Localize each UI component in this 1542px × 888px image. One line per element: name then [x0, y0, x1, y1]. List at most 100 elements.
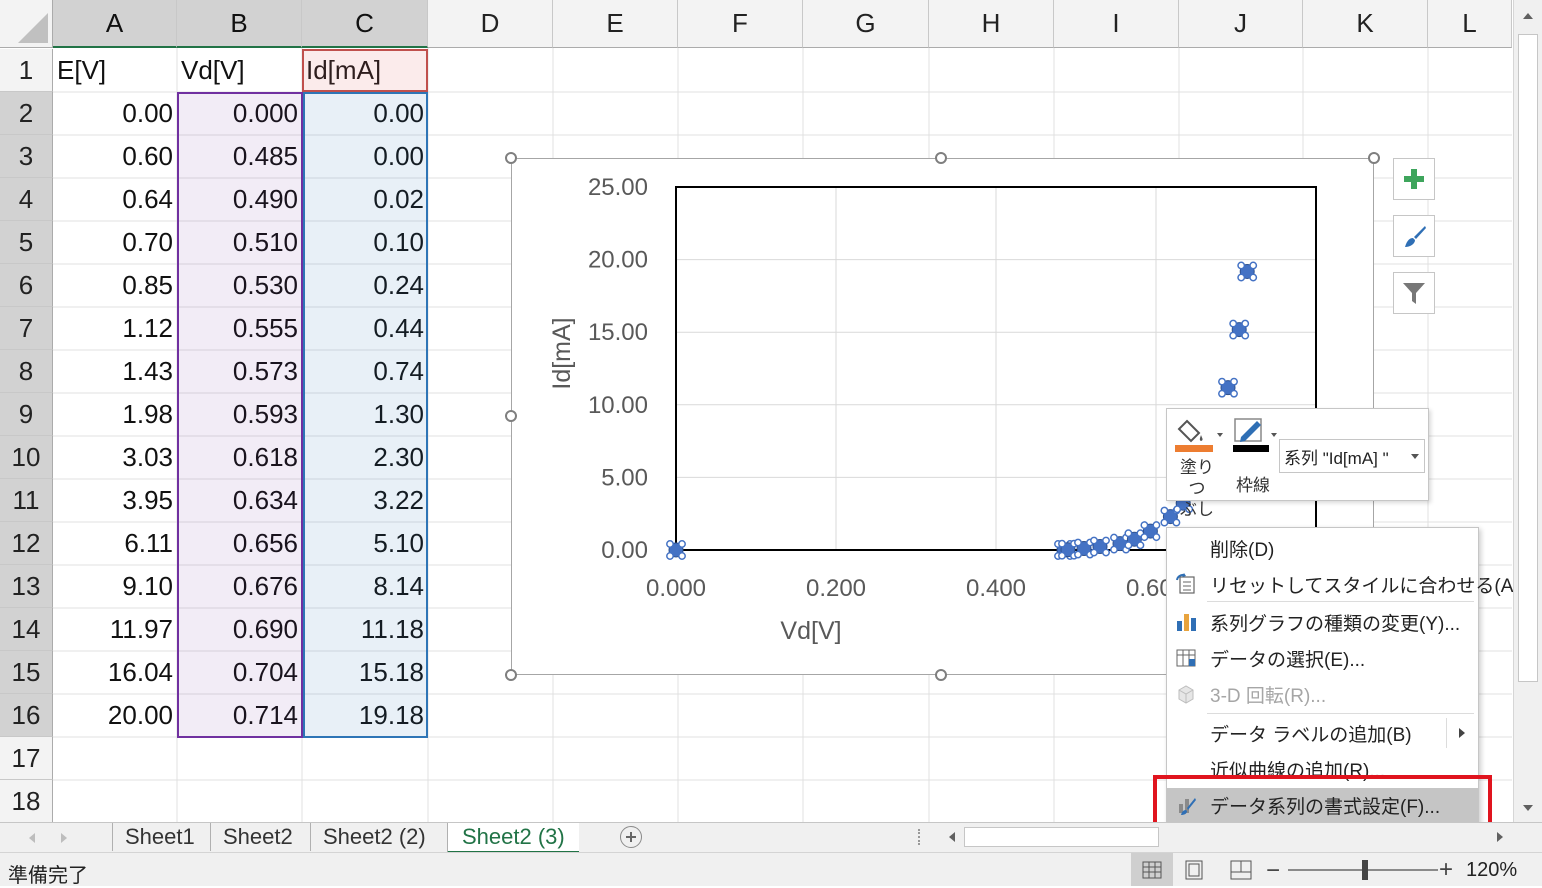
triangle-right-icon [1497, 832, 1503, 842]
cell-a6[interactable]: 0.85 [53, 264, 177, 307]
cell-a9[interactable]: 1.98 [53, 393, 177, 436]
data-point-selection-handle [1110, 545, 1118, 554]
data-point-selection-handle [1172, 518, 1181, 527]
tab-sheet1[interactable]: Sheet1 [112, 823, 207, 851]
split-handle[interactable] [918, 829, 924, 845]
x-axis-title[interactable]: Vd[V] [780, 617, 841, 645]
menu-item-select-data[interactable]: データの選択(E)... [1167, 641, 1478, 675]
chart-resize-handle[interactable] [505, 410, 517, 422]
outline-button[interactable]: 枠線 [1231, 415, 1279, 499]
menu-item-reset-style[interactable]: リセットしてスタイルに合わせる(A) [1167, 567, 1520, 601]
data-point-selection-handle [1218, 377, 1226, 386]
cell-a4[interactable]: 0.64 [53, 178, 177, 221]
scroll-down-arrow[interactable] [1514, 794, 1542, 822]
y-axis-title[interactable]: Id[mA] [548, 317, 576, 389]
menu-item-add-data-labels[interactable]: データ ラベルの追加(B) [1167, 716, 1478, 750]
menu-item-change-chart-type[interactable]: 系列グラフの種類の変更(Y)... [1167, 605, 1478, 639]
cell-a15[interactable]: 16.04 [53, 651, 177, 694]
filter-icon [1403, 283, 1425, 304]
tab-sheet2-2[interactable]: Sheet2 (2) [310, 823, 438, 851]
cell-a11[interactable]: 3.95 [53, 479, 177, 522]
data-point-selection-handle [1058, 539, 1066, 548]
reset-style-icon [1176, 573, 1195, 594]
cell-a3[interactable]: 0.60 [53, 135, 177, 178]
zoom-slider-thumb[interactable] [1362, 860, 1368, 880]
horizontal-scrollbar[interactable] [940, 826, 1512, 848]
column-b-range-highlight [177, 92, 303, 738]
data-point-selection-handle [1218, 389, 1226, 398]
chart-resize-handle[interactable] [935, 152, 947, 164]
chart-resize-handle[interactable] [1368, 152, 1380, 164]
y-tick-label: 20.00 [588, 247, 648, 274]
select-data-icon [1176, 649, 1196, 667]
tab-scroll-left-button[interactable] [28, 831, 36, 849]
page-layout-view-button[interactable] [1184, 860, 1204, 886]
horizontal-scroll-thumb[interactable] [964, 827, 1159, 847]
cell-a1-header[interactable]: E[V] [53, 49, 177, 92]
chart-resize-handle[interactable] [505, 669, 517, 681]
data-point-selection-handle [678, 540, 686, 548]
column-c-range-highlight [303, 92, 428, 738]
chart-styles-button[interactable] [1393, 215, 1435, 257]
paintbrush-icon [1405, 226, 1426, 247]
cell-a10[interactable]: 3.03 [53, 436, 177, 479]
data-point-selection-handle [1074, 538, 1082, 547]
normal-view-button[interactable] [1131, 853, 1173, 886]
triangle-right-icon [61, 833, 67, 843]
data-point-selection-handle [1058, 551, 1066, 560]
cell-a16[interactable]: 20.00 [53, 694, 177, 737]
tab-sheet2-3[interactable]: Sheet2 (3) [447, 823, 579, 854]
cell-a7[interactable]: 1.12 [53, 307, 177, 350]
cell-a14[interactable]: 11.97 [53, 608, 177, 651]
zoom-level[interactable]: 120% [1466, 859, 1517, 882]
triangle-left-icon [29, 833, 35, 843]
vertical-scrollbar[interactable] [1513, 0, 1542, 822]
page-break-view-button[interactable] [1230, 860, 1252, 886]
data-point-selection-handle [1241, 331, 1250, 340]
data-point-selection-handle [1229, 319, 1238, 328]
data-point-selection-handle [1074, 550, 1082, 559]
cell-a2[interactable]: 0.00 [53, 92, 177, 135]
triangle-left-icon [949, 832, 955, 842]
x-tick-label: 0.400 [966, 575, 1026, 602]
data-point-selection-handle [1152, 533, 1161, 542]
y-tick-label: 0.00 [601, 537, 648, 564]
page-break-icon [1230, 860, 1252, 880]
chart-elements-button[interactable] [1393, 158, 1435, 200]
chart-type-icon [1177, 614, 1196, 631]
zoom-in-button[interactable]: + [1439, 856, 1453, 884]
data-point-selection-handle [1136, 541, 1145, 550]
scroll-up-arrow[interactable] [1514, 0, 1542, 32]
cell-a5[interactable]: 0.70 [53, 221, 177, 264]
plus-icon [1404, 169, 1424, 189]
chart-filters-button[interactable] [1393, 272, 1435, 314]
scroll-thumb[interactable] [1518, 34, 1538, 682]
data-point-selection-handle [1230, 389, 1238, 398]
tab-scroll-right-button[interactable] [60, 831, 68, 849]
data-point-selection-handle [1124, 529, 1133, 538]
menu-item-delete[interactable]: 削除(D) [1167, 531, 1478, 565]
status-bar: 準備完了 − + 120% [0, 852, 1542, 887]
data-point-selection-handle [666, 540, 674, 548]
cell-a13[interactable]: 9.10 [53, 565, 177, 608]
tab-sheet2[interactable]: Sheet2 [210, 823, 305, 851]
chart-resize-handle[interactable] [935, 669, 947, 681]
triangle-down-icon [1523, 805, 1533, 811]
cell-a12[interactable]: 6.11 [53, 522, 177, 565]
series-selector-dropdown[interactable]: 系列 "Id[mA] " [1279, 439, 1425, 473]
add-sheet-button[interactable] [620, 826, 642, 848]
cell-a8[interactable]: 1.43 [53, 350, 177, 393]
fill-button[interactable]: 塗りつ ぶし [1173, 415, 1225, 519]
y-tick-label: 10.00 [588, 392, 648, 419]
zoom-out-button[interactable]: − [1266, 857, 1280, 885]
sheet-tab-bar: Sheet1 Sheet2 Sheet2 (2) Sheet2 (3) [0, 822, 1542, 854]
data-point-selection-handle [1237, 273, 1246, 282]
series-selector-value: 系列 "Id[mA] " [1284, 448, 1389, 468]
paint-bucket-icon [1175, 419, 1223, 452]
pen-icon [1233, 418, 1277, 452]
cell-b1-header[interactable]: Vd[V] [177, 49, 302, 92]
data-point-selection-handle [1140, 521, 1149, 530]
zoom-slider[interactable] [1288, 860, 1438, 880]
data-point-selection-handle [1160, 506, 1169, 515]
chart-resize-handle[interactable] [505, 152, 517, 164]
